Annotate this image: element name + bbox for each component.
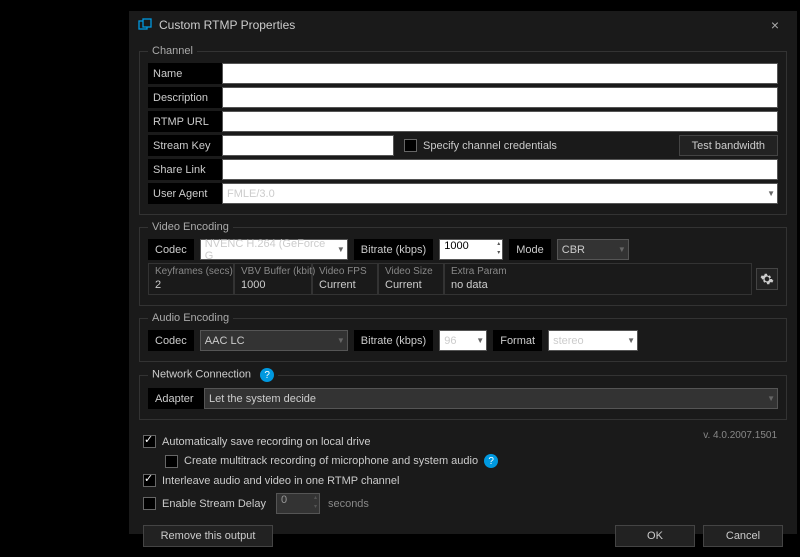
channel-legend: Channel: [148, 45, 197, 57]
rtmp-url-input[interactable]: [222, 111, 778, 132]
video-mode-select[interactable]: CBR▼: [557, 239, 629, 260]
video-codec-label: Codec: [148, 239, 194, 260]
adapter-label: Adapter: [148, 388, 204, 409]
audio-format-label: Format: [493, 330, 542, 351]
audio-codec-label: Codec: [148, 330, 194, 351]
network-legend: Network Connection ?: [148, 368, 278, 382]
seconds-label: seconds: [328, 498, 369, 510]
interleave-checkbox[interactable]: [143, 474, 156, 487]
chevron-down-icon: ▼: [627, 336, 635, 345]
audio-codec-select[interactable]: AAC LC▼: [200, 330, 348, 351]
user-agent-label: User Agent: [148, 183, 222, 204]
extra-param-box: Extra Param no data: [444, 263, 752, 295]
stream-key-input[interactable]: [222, 135, 394, 156]
gear-icon: [760, 272, 774, 286]
channel-group: Channel Name Description RTMP URL Stream…: [139, 45, 787, 215]
audio-format-select[interactable]: stereo▼: [548, 330, 638, 351]
share-link-label: Share Link: [148, 159, 222, 180]
test-bandwidth-button[interactable]: Test bandwidth: [679, 135, 778, 156]
video-encoding-group: Video Encoding Codec NVENC H.264 (GeForc…: [139, 221, 787, 306]
chevron-down-icon: ▼: [476, 336, 484, 345]
ok-button[interactable]: OK: [615, 525, 695, 547]
dialog-content: Channel Name Description RTMP URL Stream…: [129, 39, 797, 557]
audio-bitrate-label: Bitrate (kbps): [354, 330, 433, 351]
stream-delay-label: Enable Stream Delay: [162, 498, 266, 510]
rtmp-url-label: RTMP URL: [148, 111, 222, 132]
auto-save-label: Automatically save recording on local dr…: [162, 436, 371, 448]
adapter-select[interactable]: Let the system decide▼: [204, 388, 778, 409]
multitrack-help-icon[interactable]: ?: [484, 454, 498, 468]
chevron-down-icon: ▼: [767, 189, 775, 198]
stream-key-label: Stream Key: [148, 135, 222, 156]
dialog-footer: Remove this output OK Cancel: [143, 517, 783, 547]
multitrack-checkbox[interactable]: [165, 455, 178, 468]
video-mode-label: Mode: [509, 239, 551, 260]
description-input[interactable]: [222, 87, 778, 108]
chevron-down-icon: ▼: [337, 336, 345, 345]
share-link-input[interactable]: [222, 159, 778, 180]
stream-delay-checkbox[interactable]: [143, 497, 156, 510]
name-input[interactable]: [222, 63, 778, 84]
video-bitrate-label: Bitrate (kbps): [354, 239, 433, 260]
auto-save-checkbox[interactable]: [143, 435, 156, 448]
multitrack-label: Create multitrack recording of microphon…: [184, 455, 478, 467]
window-title: Custom RTMP Properties: [159, 18, 761, 32]
titlebar: Custom RTMP Properties ×: [129, 11, 797, 39]
video-bitrate-input[interactable]: 1000: [439, 239, 503, 260]
user-agent-select[interactable]: FMLE/3.0 ▼: [222, 183, 778, 204]
video-legend: Video Encoding: [148, 221, 233, 233]
stream-delay-input[interactable]: 0: [276, 493, 320, 514]
chevron-down-icon: ▼: [618, 245, 626, 254]
network-help-icon[interactable]: ?: [260, 368, 274, 382]
audio-legend: Audio Encoding: [148, 312, 233, 324]
audio-encoding-group: Audio Encoding Codec AAC LC▼ Bitrate (kb…: [139, 312, 787, 362]
app-icon: [137, 17, 153, 33]
keyframes-box: Keyframes (secs) 2: [148, 263, 234, 295]
custom-rtmp-properties-dialog: Custom RTMP Properties × Channel Name De…: [128, 10, 798, 535]
audio-bitrate-select[interactable]: 96▼: [439, 330, 487, 351]
close-icon[interactable]: ×: [761, 17, 789, 33]
video-size-box: Video Size Current: [378, 263, 444, 295]
version-label: v. 4.0.2007.1501: [703, 430, 777, 441]
specify-credentials-checkbox[interactable]: [404, 139, 417, 152]
name-label: Name: [148, 63, 222, 84]
video-fps-box: Video FPS Current: [312, 263, 378, 295]
network-connection-group: Network Connection ? Adapter Let the sys…: [139, 368, 787, 420]
vbv-buffer-box: VBV Buffer (kbit) 1000: [234, 263, 312, 295]
chevron-down-icon: ▼: [767, 394, 775, 403]
description-label: Description: [148, 87, 222, 108]
video-codec-select[interactable]: NVENC H.264 (GeForce G▼: [200, 239, 348, 260]
chevron-down-icon: ▼: [337, 245, 345, 254]
options-area: v. 4.0.2007.1501 Automatically save reco…: [139, 426, 787, 547]
cancel-button[interactable]: Cancel: [703, 525, 783, 547]
user-agent-value: FMLE/3.0: [227, 188, 275, 200]
interleave-label: Interleave audio and video in one RTMP c…: [162, 475, 399, 487]
remove-output-button[interactable]: Remove this output: [143, 525, 273, 547]
video-settings-button[interactable]: [756, 268, 778, 290]
specify-credentials-label: Specify channel credentials: [423, 140, 557, 152]
